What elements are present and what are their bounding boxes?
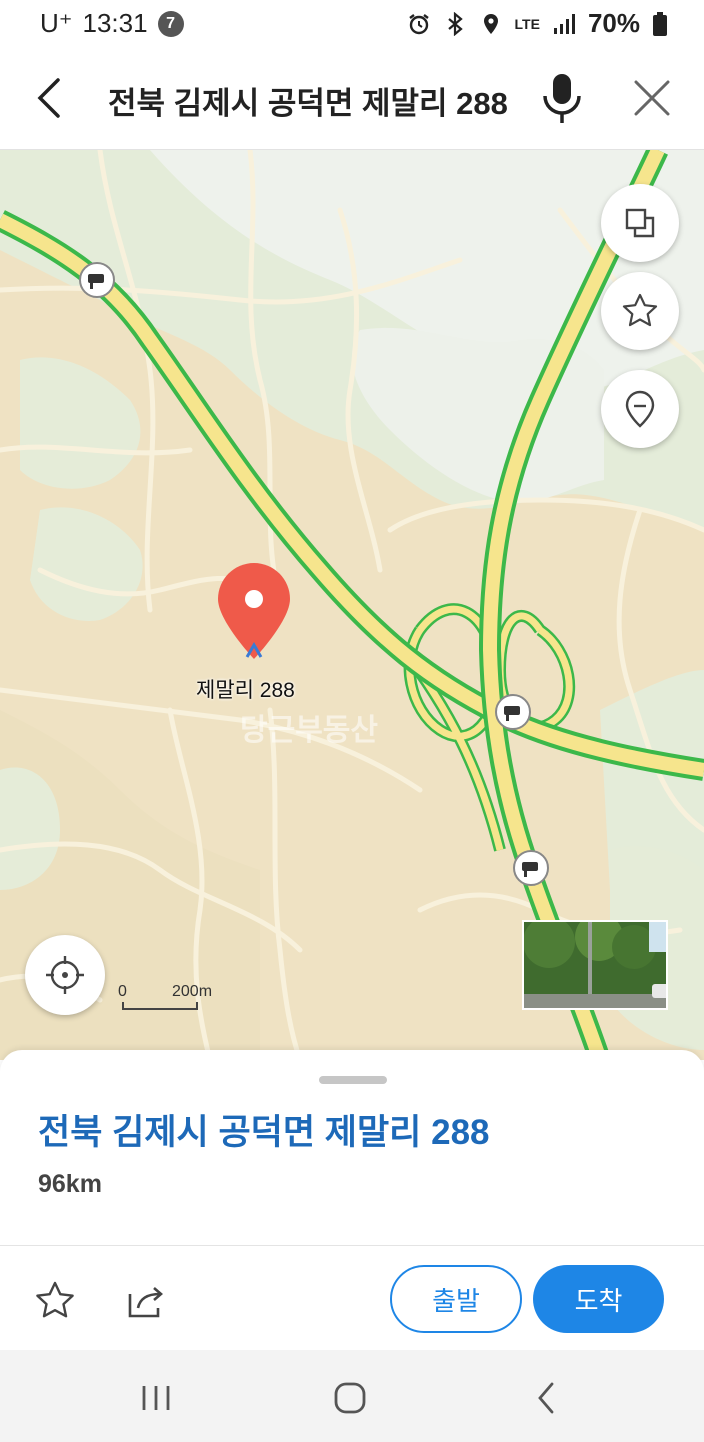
battery-percent: 70% <box>587 8 640 38</box>
home-icon[interactable] <box>330 1380 370 1416</box>
street-view-thumbnail[interactable] <box>522 920 668 1010</box>
star-icon <box>622 293 658 327</box>
recent-apps-icon[interactable] <box>136 1380 176 1416</box>
location-icon <box>483 13 498 34</box>
scale-bar <box>122 1002 198 1010</box>
scale-start-label: 0 <box>118 983 127 1000</box>
watermark: 당근부동산 <box>240 714 378 747</box>
favorite-map-button[interactable] <box>601 272 679 350</box>
map-view[interactable]: 제말리 288 당근부동산 0 200m <box>0 150 704 1060</box>
layers-icon <box>625 208 655 238</box>
distance-label: 96km <box>38 1170 102 1198</box>
back-nav-icon[interactable] <box>528 1380 568 1416</box>
crosshair-icon <box>46 956 84 994</box>
place-marker-button[interactable] <box>601 370 679 448</box>
sheet-drag-handle[interactable] <box>319 1076 387 1084</box>
location-pin-icon[interactable] <box>215 561 293 661</box>
close-icon[interactable] <box>632 78 672 118</box>
street-view-image <box>524 922 666 1008</box>
battery-icon <box>653 11 667 36</box>
divider <box>0 1245 704 1246</box>
clock: 13:31 <box>82 8 148 38</box>
carrier-label: U⁺ <box>40 8 73 38</box>
cctv-icon[interactable] <box>495 694 531 730</box>
place-info-sheet: 전북 김제시 공덕면 제말리 288 96km 출발 도착 <box>0 1050 704 1350</box>
cctv-icon[interactable] <box>79 262 115 298</box>
pin-label: 제말리 288 <box>196 679 295 702</box>
place-title: 전북 김제시 공덕면 제말리 288 <box>38 1113 490 1152</box>
signal-icon <box>553 13 575 34</box>
layers-button[interactable] <box>601 184 679 262</box>
status-bar: U⁺ 13:31 7 LTE 70% <box>0 0 704 48</box>
search-query[interactable]: 전북 김제시 공덕면 제말리 288 <box>108 78 508 123</box>
arrive-button[interactable]: 도착 <box>533 1265 664 1333</box>
bluetooth-icon <box>447 11 463 36</box>
microphone-icon[interactable] <box>540 72 584 126</box>
star-outline-icon[interactable] <box>34 1280 76 1322</box>
status-right: LTE 70% <box>407 8 668 39</box>
current-location-button[interactable] <box>25 935 105 1015</box>
depart-button[interactable]: 출발 <box>390 1265 522 1333</box>
notification-badge: 7 <box>157 10 184 37</box>
map-pin-outline-icon <box>625 390 655 428</box>
share-icon[interactable] <box>124 1280 166 1322</box>
back-arrow-icon[interactable] <box>30 76 70 120</box>
status-left: U⁺ 13:31 7 <box>40 8 184 39</box>
system-nav-bar <box>0 1350 704 1442</box>
cctv-icon[interactable] <box>513 850 549 886</box>
network-type: LTE <box>514 15 540 32</box>
scale-end-label: 200m <box>172 983 213 1000</box>
search-header: 전북 김제시 공덕면 제말리 288 <box>0 48 704 150</box>
alarm-icon <box>408 13 429 34</box>
